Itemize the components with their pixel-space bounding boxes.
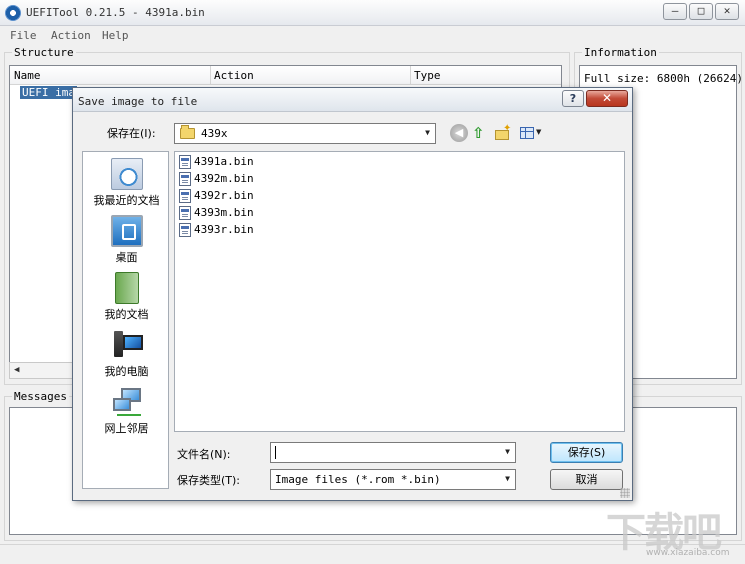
place-network[interactable]: 网上邻居 <box>83 386 170 436</box>
folder-icon <box>180 125 195 139</box>
column-divider[interactable] <box>210 66 211 85</box>
filetype-combo[interactable]: Image files (*.rom *.bin) ▼ <box>270 469 516 490</box>
bin-file-icon <box>179 223 191 237</box>
menu-file[interactable]: File <box>10 29 37 42</box>
column-type[interactable]: Type <box>414 69 441 82</box>
title-bar: UEFITool 0.21.5 - 4391a.bin — □ ✕ <box>0 0 745 26</box>
close-button[interactable]: ✕ <box>715 3 739 20</box>
network-places-icon <box>111 386 143 418</box>
bin-file-icon <box>179 172 191 186</box>
scroll-left-icon[interactable]: ◀ <box>14 365 19 375</box>
help-button[interactable]: ? <box>562 90 584 107</box>
filetype-value: Image files (*.rom *.bin) <box>275 473 441 486</box>
place-label: 我最近的文档 <box>93 194 160 207</box>
filename-combo[interactable]: ▼ <box>270 442 516 463</box>
filename-label: 文件名(N): <box>177 448 231 461</box>
place-recent[interactable]: 我最近的文档 <box>83 158 170 208</box>
place-desktop[interactable]: 桌面 <box>83 215 170 265</box>
window-controls: — □ ✕ <box>661 3 739 20</box>
place-label: 网上邻居 <box>104 422 149 435</box>
file-name: 4392m.bin <box>194 172 254 185</box>
messages-label: Messages <box>12 390 69 403</box>
horizontal-scrollbar[interactable]: ◀ <box>9 362 79 379</box>
column-divider[interactable] <box>410 66 411 85</box>
my-computer-icon <box>111 329 143 361</box>
view-grid-icon <box>520 127 534 139</box>
dropdown-arrow-icon[interactable]: ▼ <box>425 128 430 137</box>
back-arrow-icon: ◀ <box>454 126 464 139</box>
filetype-label: 保存类型(T): <box>177 474 241 487</box>
chevron-down-icon: ▼ <box>536 128 542 136</box>
watermark: 下载吧 www.xiazaiba.com <box>606 500 742 560</box>
up-arrow-icon: ⇧ <box>472 124 485 142</box>
information-text: Full size: 6800h (26624) <box>584 72 743 85</box>
view-menu-button[interactable]: ▼ <box>518 124 544 142</box>
save-in-label: 保存在(I): <box>107 127 156 140</box>
dropdown-arrow-icon[interactable]: ▼ <box>505 474 510 483</box>
cancel-button[interactable]: 取消 <box>550 469 623 490</box>
tree-row-uefi-image[interactable]: UEFI ima <box>20 86 77 99</box>
place-label: 我的文档 <box>104 308 149 321</box>
bin-file-icon <box>179 189 191 203</box>
desktop-icon <box>110 215 143 247</box>
column-name[interactable]: Name <box>14 69 41 82</box>
column-action[interactable]: Action <box>214 69 254 82</box>
sparkle-icon: ✦ <box>503 123 512 134</box>
resize-grip-icon[interactable] <box>620 488 630 498</box>
file-name: 4393m.bin <box>194 206 254 219</box>
bin-file-icon <box>179 155 191 169</box>
file-name: 4391a.bin <box>194 155 254 168</box>
place-my-computer[interactable]: 我的电脑 <box>83 329 170 379</box>
app-gear-icon <box>5 5 21 21</box>
up-folder-button[interactable]: ⇧ <box>472 124 490 142</box>
save-button[interactable]: 保存(S) <box>550 442 623 463</box>
file-name: 4393r.bin <box>194 223 254 236</box>
current-folder: 439x <box>201 127 228 140</box>
menu-help[interactable]: Help <box>102 29 129 42</box>
menu-bar: File Action Help <box>0 27 745 45</box>
place-label: 我的电脑 <box>104 365 149 378</box>
file-list[interactable]: 4391a.bin 4392m.bin 4392r.bin 4393m.bin … <box>174 151 625 432</box>
dialog-title-bar: Save image to file ? ✕ <box>73 88 632 112</box>
my-documents-icon <box>114 272 139 304</box>
new-folder-button[interactable]: ✦ <box>494 123 512 142</box>
maximize-button[interactable]: □ <box>689 3 713 20</box>
minimize-button[interactable]: — <box>663 3 687 20</box>
watermark-url: www.xiazaiba.com <box>646 548 730 558</box>
places-bar: 我最近的文档 桌面 我的文档 我的电脑 网上邻居 <box>82 151 169 489</box>
save-image-dialog: Save image to file ? ✕ 保存在(I): 439x ▼ ◀ … <box>72 87 633 501</box>
bin-file-icon <box>179 206 191 220</box>
file-name: 4392r.bin <box>194 189 254 202</box>
dialog-title: Save image to file <box>78 95 198 108</box>
menu-action[interactable]: Action <box>51 29 91 42</box>
filename-input[interactable] <box>275 446 276 459</box>
back-button[interactable]: ◀ <box>450 124 468 142</box>
save-in-combo[interactable]: 439x ▼ <box>174 123 436 144</box>
structure-label: Structure <box>12 46 76 59</box>
recent-documents-icon <box>110 158 143 190</box>
information-label: Information <box>582 46 659 59</box>
place-my-documents[interactable]: 我的文档 <box>83 272 170 322</box>
dropdown-arrow-icon[interactable]: ▼ <box>505 447 510 456</box>
tree-header: Name Action Type <box>10 66 561 85</box>
place-label: 桌面 <box>115 251 138 264</box>
dialog-close-button[interactable]: ✕ <box>586 90 628 107</box>
window-title: UEFITool 0.21.5 - 4391a.bin <box>26 6 205 19</box>
